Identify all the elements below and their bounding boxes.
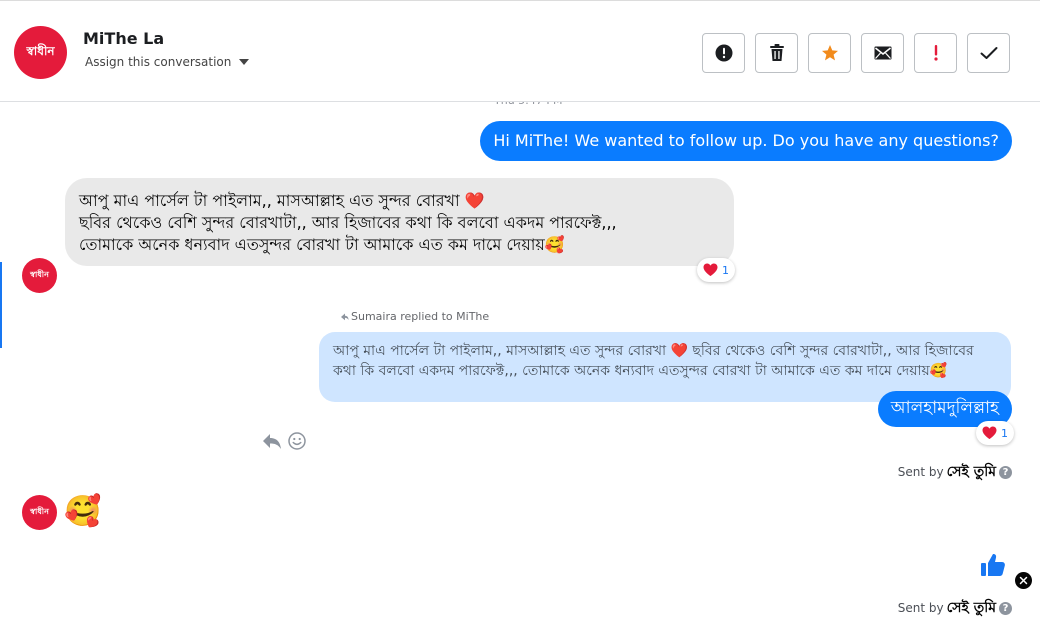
heart-icon [982,426,997,439]
message-actions [262,432,306,450]
reaction-count: 1 [1001,426,1008,440]
email-button[interactable] [861,33,904,73]
avatar-text: স্বাধীন [30,270,49,279]
assign-label: Assign this conversation [85,55,232,69]
contact-name[interactable]: MiThe La [83,29,164,48]
help-icon[interactable]: ? [999,465,1012,479]
spam-button[interactable] [914,33,957,73]
incoming-message[interactable]: আপু মাএ পার্সেল টা পাইলাম,, মাসআল্লাহ এত… [65,178,734,266]
reply-icon[interactable] [262,432,282,450]
outgoing-message[interactable]: Hi MiThe! We wanted to follow up. Do you… [480,121,1012,161]
avatar[interactable]: স্বাধীন [22,495,57,530]
envelope-icon [874,46,891,60]
incoming-emoji-message[interactable]: 🥰 [64,494,101,530]
reply-arrow-icon [341,313,349,321]
star-button[interactable] [808,33,851,73]
avatar-text: স্বাধীন [26,43,55,58]
thumbs-up-icon[interactable] [980,552,1006,578]
selection-indicator [0,262,2,348]
done-button[interactable] [967,33,1010,73]
message-reaction[interactable]: 1 [976,421,1014,445]
trash-icon [769,44,784,61]
avatar[interactable]: স্বাধীন [14,26,67,79]
avatar-text: স্বাধীন [30,507,49,516]
conversation-header: স্বাধীন MiThe La Assign this conversatio… [0,1,1040,102]
exclamation-circle-icon [715,44,732,62]
sender-name: সেই তুমি [946,600,996,616]
heart-icon [703,263,718,276]
close-icon[interactable] [1015,572,1032,589]
sent-by: Sent by সেই তুমি ? [898,460,1012,484]
sent-by-label: Sent by [897,465,944,479]
reply-note-text: Sumaira replied to MiThe [351,310,490,323]
alert-button[interactable] [702,33,745,73]
sent-by-label: Sent by [897,601,944,615]
sent-by: Sent by সেই তুমি ? [898,596,1012,620]
help-icon[interactable]: ? [999,601,1012,615]
emoji-icon[interactable] [288,432,306,450]
x-icon [1019,576,1028,585]
exclamation-icon [933,45,938,61]
star-icon [821,45,838,61]
reply-note: Sumaira replied to MiThe [340,310,489,323]
avatar[interactable]: স্বাধীন [22,258,57,293]
message-thread: Thu 5:47 PM Hi MiThe! We wanted to follo… [0,94,1040,643]
sender-name: সেই তুমি [946,464,996,480]
caret-down-icon [239,59,250,65]
message-reaction[interactable]: 1 [697,258,735,282]
delete-button[interactable] [755,33,798,73]
inbox-conversation-view: স্বাধীন MiThe La Assign this conversatio… [0,0,1040,643]
reaction-count: 1 [722,263,729,277]
check-icon [980,47,997,59]
conversation-toolbar [702,33,1010,73]
assign-conversation-dropdown[interactable]: Assign this conversation [85,55,250,69]
